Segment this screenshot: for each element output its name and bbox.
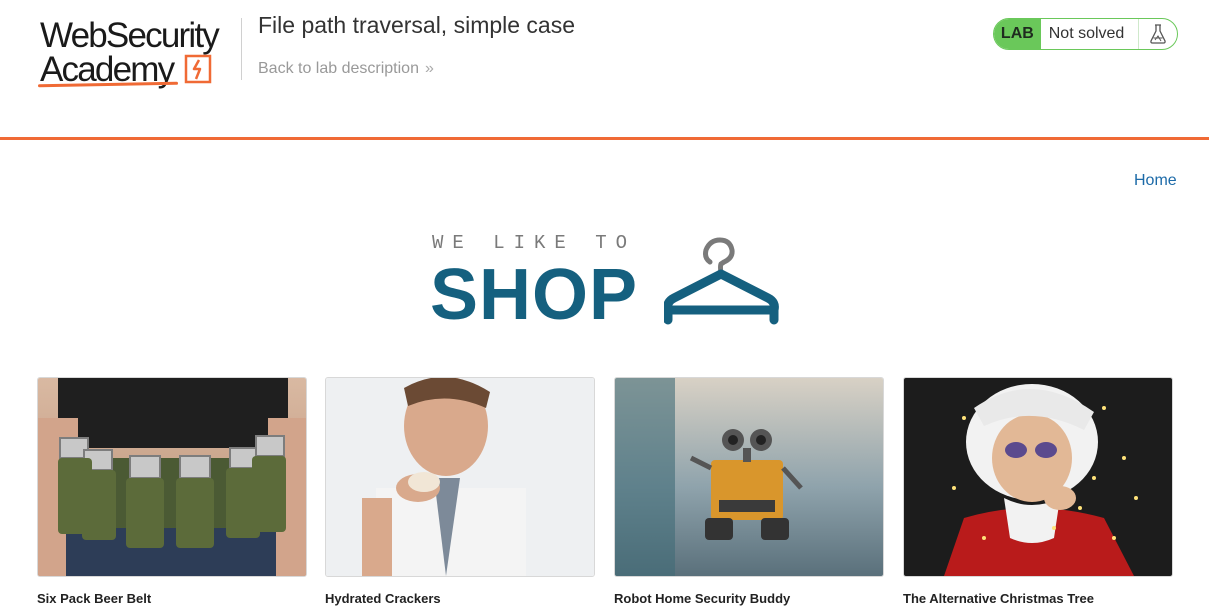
back-to-lab-description-link[interactable]: Back to lab description »: [258, 60, 434, 78]
product-card[interactable]: The Alternative Christmas Tree: [903, 377, 1173, 606]
logo-bolt-icon: [184, 54, 212, 84]
product-title: Six Pack Beer Belt: [37, 591, 152, 606]
double-chevron-right-icon: »: [424, 60, 434, 77]
product-grid: Six Pack Beer Belt Hydrated Crackers Rob…: [37, 377, 1177, 614]
hanger-icon: [664, 237, 779, 325]
product-card[interactable]: Hydrated Crackers: [325, 377, 595, 606]
lab-header: WebSecurity Academy File path traversal,…: [0, 0, 1209, 138]
web-security-academy-logo[interactable]: WebSecurity Academy: [37, 16, 243, 96]
lab-title: File path traversal, simple case: [258, 12, 576, 38]
flask-icon: [1138, 19, 1177, 49]
product-title: Robot Home Security Buddy: [614, 591, 791, 606]
shop-banner: WE LIKE TO SHOP: [430, 228, 790, 335]
lab-label: LAB: [994, 19, 1041, 49]
logo-line1: WebSecurity: [40, 16, 220, 55]
product-card[interactable]: Six Pack Beer Belt: [37, 377, 307, 606]
header-orange-rule: [0, 137, 1209, 140]
product-title: The Alternative Christmas Tree: [903, 591, 1094, 606]
home-link[interactable]: Home: [1134, 172, 1177, 190]
back-link-label: Back to lab description: [258, 60, 419, 77]
robot-photo[interactable]: [614, 377, 884, 577]
header-divider: [241, 18, 242, 80]
shop-word: SHOP: [430, 255, 639, 335]
lab-status-text: Not solved: [1048, 25, 1125, 42]
shop-tagline: WE LIKE TO: [432, 232, 637, 254]
beer-belt-photo[interactable]: [37, 377, 307, 577]
product-title: Hydrated Crackers: [325, 591, 441, 606]
product-card[interactable]: Robot Home Security Buddy: [614, 377, 884, 606]
lab-status-badge: LAB Not solved: [993, 18, 1178, 50]
santa-with-lights-photo[interactable]: [903, 377, 1173, 577]
man-eating-cracker-photo[interactable]: [325, 377, 595, 577]
